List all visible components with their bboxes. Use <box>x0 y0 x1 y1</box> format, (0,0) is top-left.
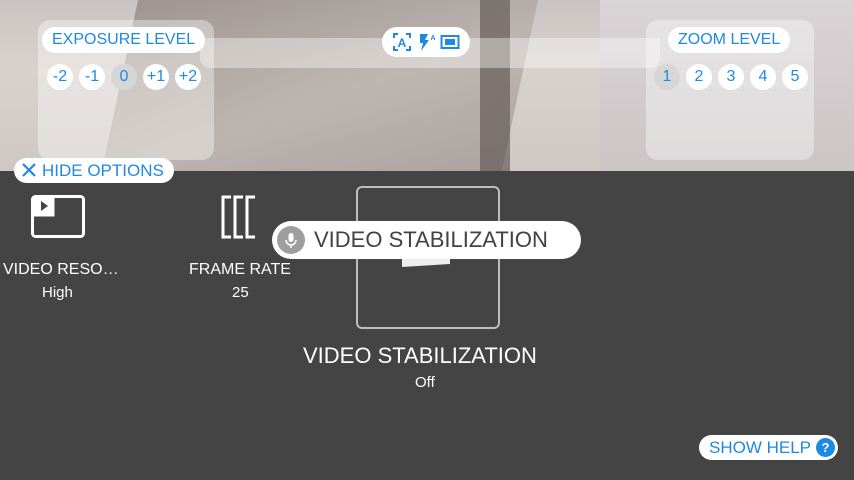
exposure-0-button[interactable]: 0 <box>111 64 137 90</box>
video-stabilization-label: VIDEO STABILIZATION <box>303 343 537 368</box>
zoom-3-button[interactable]: 3 <box>718 64 744 90</box>
exposure-plus-2-button[interactable]: +2 <box>175 64 201 90</box>
svg-text:A: A <box>398 36 407 50</box>
viewfinder-scene <box>480 0 510 171</box>
mic-icon <box>277 226 305 254</box>
exposure-minus-2-button[interactable]: -2 <box>47 64 73 90</box>
zoom-4-button[interactable]: 4 <box>750 64 776 90</box>
zoom-5-button[interactable]: 5 <box>782 64 808 90</box>
show-help-label: SHOW HELP <box>709 438 812 457</box>
exposure-minus-1-button[interactable]: -1 <box>79 64 105 90</box>
video-resolution-icon <box>31 195 85 238</box>
zoom-1-button[interactable]: 1 <box>654 64 680 90</box>
svg-text:A: A <box>430 35 435 42</box>
close-icon <box>22 163 36 177</box>
help-icon: ? <box>816 438 835 457</box>
video-resolution-label: VIDEO RESO… <box>3 261 119 278</box>
auto-focus-icon[interactable]: A <box>392 32 412 52</box>
video-resolution-value: High <box>42 284 73 301</box>
voice-command-chip: VIDEO STABILIZATION <box>272 221 581 259</box>
frame-rate-value: 25 <box>232 284 249 301</box>
voice-command-text: VIDEO STABILIZATION <box>314 227 548 252</box>
flash-auto-icon[interactable]: A <box>416 32 436 52</box>
zoom-2-button[interactable]: 2 <box>686 64 712 90</box>
zoom-level-label: ZOOM LEVEL <box>668 27 791 53</box>
exposure-plus-1-button[interactable]: +1 <box>143 64 169 90</box>
show-help-button[interactable]: SHOW HELP ? <box>699 435 838 460</box>
aspect-ratio-icon[interactable] <box>440 32 460 52</box>
exposure-level-label: EXPOSURE LEVEL <box>42 27 206 53</box>
camera-mode-toggles: A A <box>382 27 470 57</box>
hide-options-label: HIDE OPTIONS <box>42 161 164 180</box>
frame-rate-label: FRAME RATE <box>189 261 291 278</box>
frame-rate-icon <box>221 195 255 239</box>
video-stabilization-value: Off <box>415 374 435 391</box>
hide-options-button[interactable]: HIDE OPTIONS <box>14 158 174 183</box>
